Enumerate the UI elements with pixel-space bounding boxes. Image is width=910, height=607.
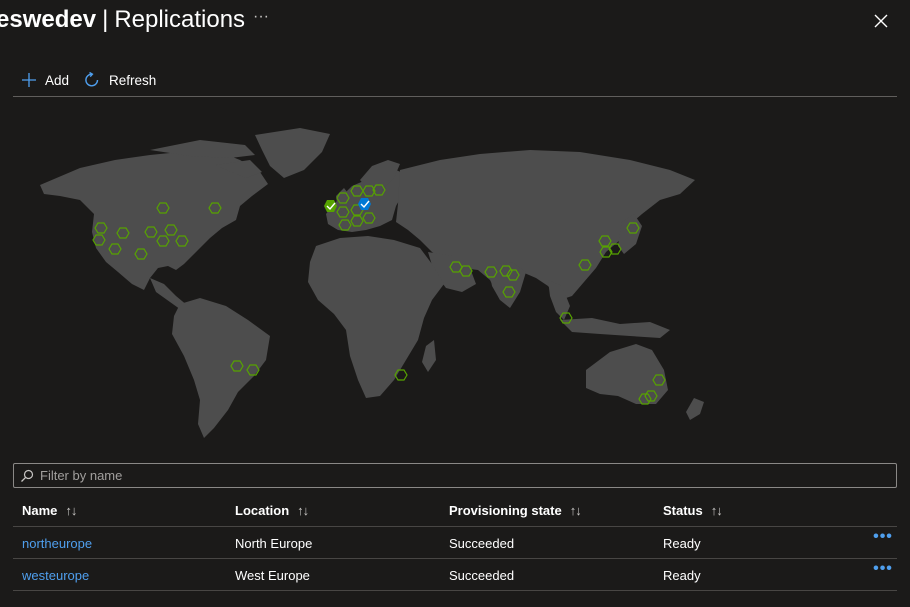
row-more-actions-button[interactable]: ••• bbox=[873, 561, 893, 581]
more-actions-button[interactable]: ··· bbox=[250, 8, 272, 30]
column-header-location[interactable]: Location ↑↓ bbox=[235, 503, 309, 518]
status-cell: Ready bbox=[663, 536, 701, 551]
page-title: eswedev | Replications bbox=[0, 4, 245, 36]
location-cell: North Europe bbox=[235, 536, 313, 551]
provisioning-state-cell: Succeeded bbox=[449, 568, 515, 583]
toolbar-divider bbox=[13, 96, 897, 97]
provisioning-state-cell: Succeeded bbox=[449, 536, 515, 551]
table-header-row: Name ↑↓ Location ↑↓ Provisioning state ↑… bbox=[13, 494, 897, 527]
title-page-name: Replications bbox=[114, 6, 246, 33]
refresh-button[interactable]: Refresh bbox=[83, 68, 156, 92]
filter-box[interactable] bbox=[13, 463, 897, 488]
column-header-provisioning-state[interactable]: Provisioning state ↑↓ bbox=[449, 503, 582, 518]
sort-icon: ↑↓ bbox=[569, 503, 582, 518]
replications-table: Name ↑↓ Location ↑↓ Provisioning state ↑… bbox=[13, 494, 897, 591]
column-header-name[interactable]: Name ↑↓ bbox=[22, 503, 77, 518]
replications-blade: eswedev | Replications ··· Add Refresh F… bbox=[0, 0, 910, 607]
refresh-icon bbox=[85, 71, 99, 87]
row-more-actions-button[interactable]: ••• bbox=[873, 529, 893, 549]
replication-name-link[interactable]: westeurope bbox=[22, 568, 89, 583]
refresh-button-label: Refresh bbox=[109, 72, 157, 88]
column-header-label: Location bbox=[235, 503, 290, 518]
title-separator: | bbox=[102, 6, 109, 33]
sort-icon: ↑↓ bbox=[710, 503, 723, 518]
column-header-label: Name bbox=[22, 503, 58, 518]
table-row: westeurope West Europe Succeeded Ready •… bbox=[13, 559, 897, 591]
sort-icon: ↑↓ bbox=[65, 503, 77, 518]
add-button[interactable]: Add bbox=[21, 68, 69, 92]
table-row: northeurope North Europe Succeeded Ready… bbox=[13, 527, 897, 559]
filter-input[interactable] bbox=[38, 467, 882, 484]
close-button[interactable] bbox=[868, 8, 894, 34]
location-cell: West Europe bbox=[235, 568, 310, 583]
map-landmass bbox=[40, 128, 704, 438]
world-map bbox=[0, 100, 910, 460]
replication-name-link[interactable]: northeurope bbox=[22, 536, 92, 551]
status-cell: Ready bbox=[663, 568, 701, 583]
column-header-label: Status bbox=[663, 503, 703, 518]
blade-header: eswedev | Replications ··· bbox=[0, 0, 910, 44]
close-icon bbox=[874, 14, 888, 28]
search-icon bbox=[21, 469, 34, 482]
add-button-label: Add bbox=[45, 72, 70, 88]
column-header-label: Provisioning state bbox=[449, 503, 562, 518]
command-bar: Add Refresh bbox=[13, 64, 897, 96]
plus-icon bbox=[22, 73, 36, 87]
column-header-status[interactable]: Status ↑↓ bbox=[663, 503, 723, 518]
sort-icon: ↑↓ bbox=[297, 503, 309, 518]
title-resource-name: eswedev bbox=[0, 6, 97, 33]
